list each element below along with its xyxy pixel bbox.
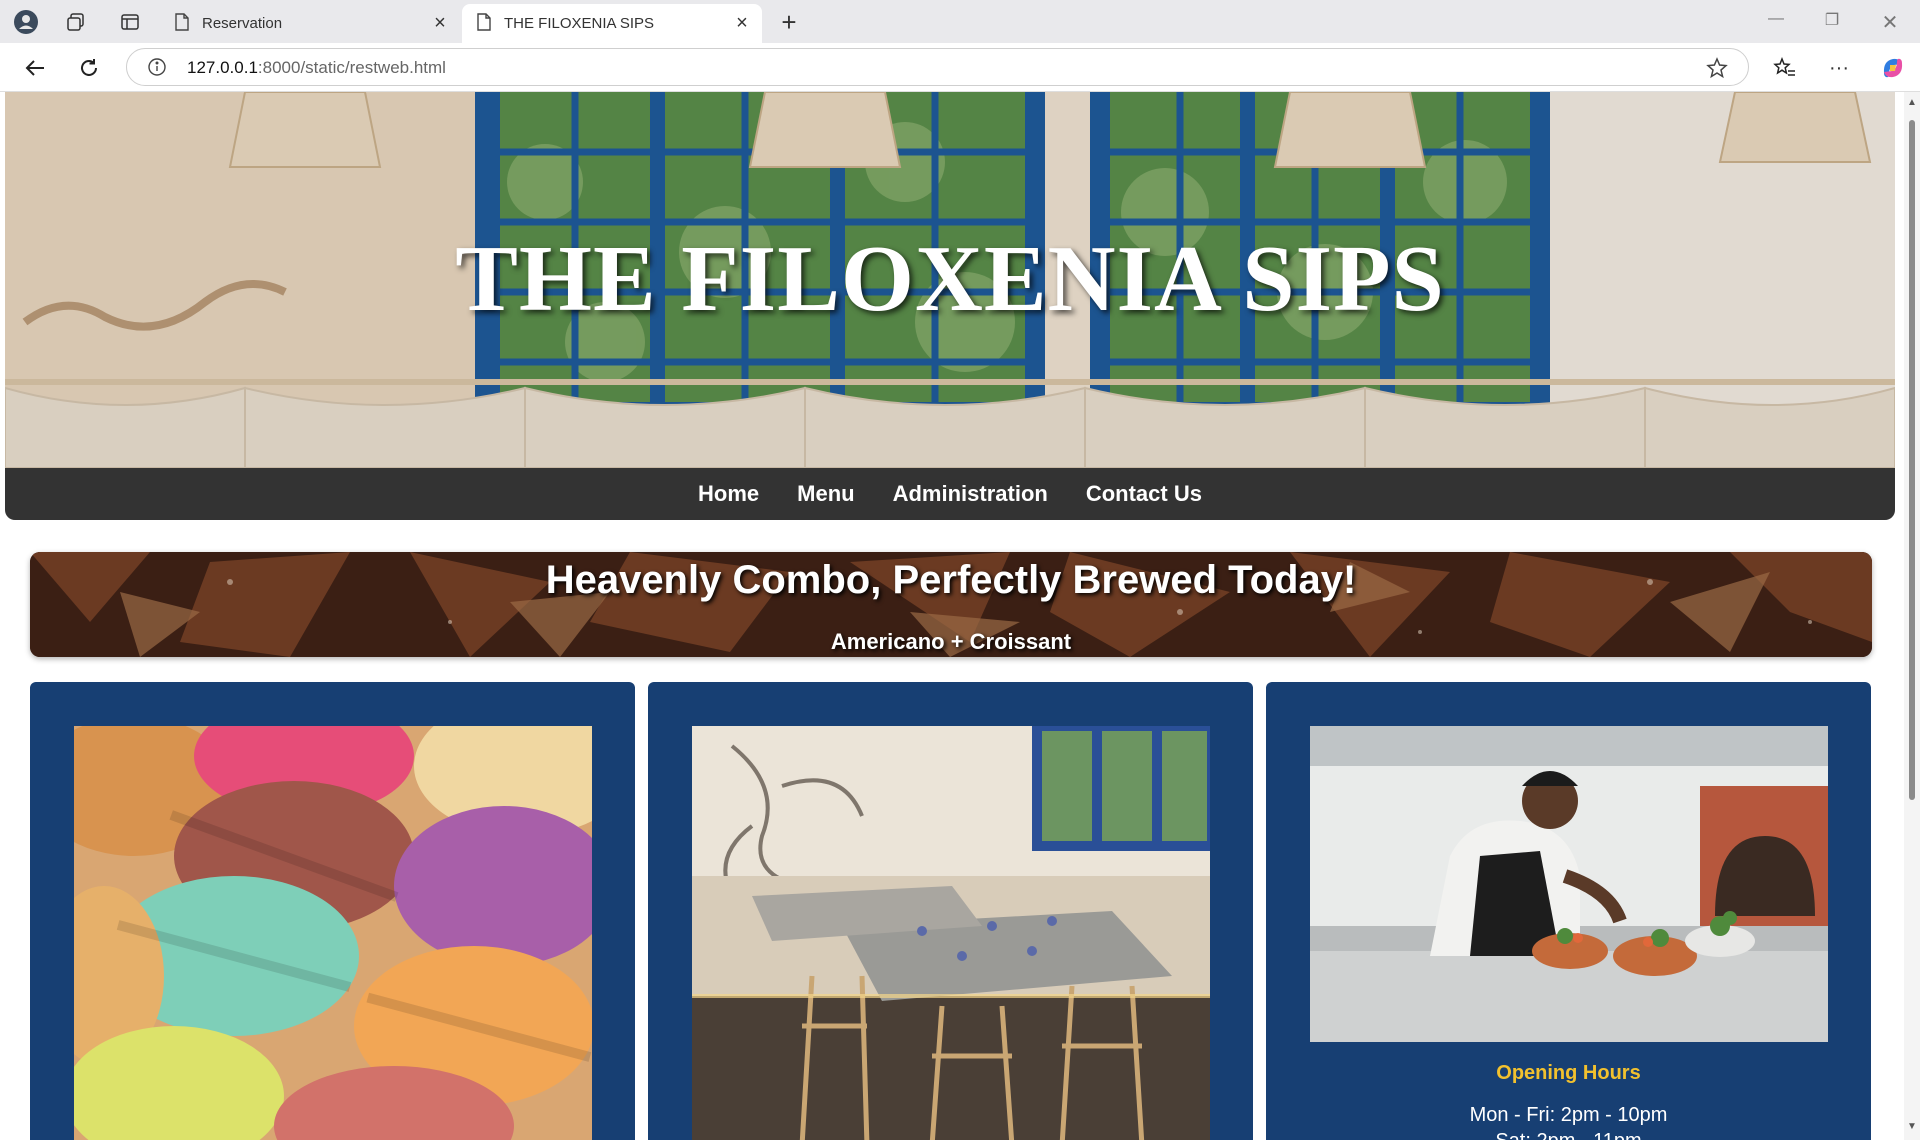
page-scrollbar[interactable]: ▲ ▼ bbox=[1904, 92, 1920, 1140]
macarons-photo bbox=[74, 726, 592, 1140]
restore-icon[interactable]: ❐ bbox=[1818, 10, 1846, 32]
tab-reservation[interactable]: Reservation × bbox=[164, 4, 460, 43]
opening-hours-title: Opening Hours bbox=[1496, 1062, 1641, 1084]
page-viewport: THE FILOXENIA SIPS Home Menu Administrat… bbox=[0, 92, 1904, 1140]
toolbar: 127.0.0.1:8000/static/restweb.html ··· bbox=[0, 43, 1920, 92]
nav-menu[interactable]: Menu bbox=[797, 481, 854, 507]
back-icon[interactable] bbox=[20, 53, 50, 83]
favorites-icon[interactable] bbox=[1770, 53, 1800, 83]
star-icon[interactable] bbox=[1706, 57, 1728, 84]
close-icon[interactable]: × bbox=[430, 13, 450, 33]
scroll-down-icon[interactable]: ▼ bbox=[1907, 1122, 1917, 1132]
scroll-thumb[interactable] bbox=[1909, 120, 1915, 800]
url-text[interactable]: 127.0.0.1:8000/static/restweb.html bbox=[187, 58, 446, 78]
more-icon[interactable]: ··· bbox=[1824, 53, 1854, 83]
url-host: 127.0.0.1 bbox=[187, 58, 258, 77]
tab-title: THE FILOXENIA SIPS bbox=[504, 15, 655, 32]
address-bar[interactable]: 127.0.0.1:8000/static/restweb.html bbox=[126, 48, 1749, 86]
tab-strip: Reservation × THE FILOXENIA SIPS × + — ❐… bbox=[0, 0, 1920, 43]
copilot-icon[interactable] bbox=[1878, 53, 1908, 83]
new-tab-icon[interactable]: + bbox=[775, 7, 803, 37]
dining-room-photo bbox=[692, 726, 1210, 1140]
chef-plating-photo bbox=[1310, 726, 1828, 1042]
scroll-up-icon[interactable]: ▲ bbox=[1907, 98, 1917, 108]
hours-saturday: Sat: 2pm - 11pm bbox=[1266, 1130, 1871, 1140]
nav-home[interactable]: Home bbox=[698, 481, 759, 507]
nav-administration[interactable]: Administration bbox=[893, 481, 1048, 507]
close-icon[interactable]: × bbox=[732, 13, 752, 33]
page-icon bbox=[174, 12, 190, 35]
url-path: :8000/static/restweb.html bbox=[257, 58, 446, 77]
promo-banner: Heavenly Combo, Perfectly Brewed Today! … bbox=[30, 552, 1872, 657]
browser-window: Reservation × THE FILOXENIA SIPS × + — ❐… bbox=[0, 0, 1920, 1140]
refresh-icon[interactable] bbox=[74, 53, 104, 83]
promo-subtitle: Americano + Croissant bbox=[830, 629, 1072, 654]
tab-title: Reservation bbox=[202, 15, 283, 32]
workspaces-icon[interactable] bbox=[62, 8, 90, 36]
minimize-icon[interactable]: — bbox=[1762, 10, 1790, 32]
promo-title: Heavenly Combo, Perfectly Brewed Today! bbox=[545, 558, 1357, 602]
feature-card-hours: Opening Hours Mon - Fri: 2pm - 10pm Sat:… bbox=[1266, 682, 1871, 1140]
main-nav: Home Menu Administration Contact Us bbox=[5, 468, 1895, 520]
tab-filoxenia[interactable]: THE FILOXENIA SIPS × bbox=[462, 4, 762, 43]
window-close-icon[interactable]: ✕ bbox=[1876, 10, 1904, 34]
hero-banner: THE FILOXENIA SIPS bbox=[5, 92, 1895, 468]
feature-card-dining-room bbox=[648, 682, 1253, 1140]
site-title: THE FILOXENIA SIPS bbox=[455, 227, 1445, 331]
tab-actions-icon[interactable] bbox=[116, 8, 144, 36]
nav-contact-us[interactable]: Contact Us bbox=[1086, 481, 1202, 507]
profile-icon[interactable] bbox=[12, 8, 40, 36]
info-icon[interactable] bbox=[147, 57, 167, 82]
page-icon bbox=[476, 12, 492, 35]
feature-card-macarons bbox=[30, 682, 635, 1140]
hours-weekday: Mon - Fri: 2pm - 10pm bbox=[1469, 1104, 1668, 1126]
